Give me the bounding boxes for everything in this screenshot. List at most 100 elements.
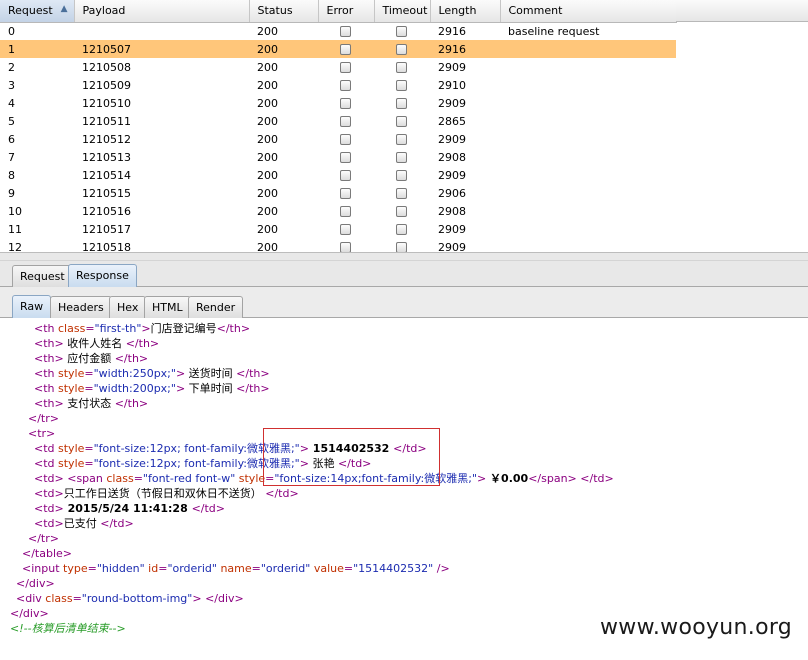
table-row[interactable]: 10 1210516 200 2908 [0,202,676,220]
cell-comment [500,202,676,220]
column-header-length[interactable]: Length [430,0,501,23]
cell-timeout [374,58,430,76]
tab-hex[interactable]: Hex [109,296,147,318]
token-val: "1514402532" [353,562,434,575]
cell-comment [500,166,676,184]
column-header-error[interactable]: Error [318,0,375,23]
table-row[interactable]: 12 1210518 200 2909 [0,238,676,252]
timeout-checkbox[interactable] [396,152,407,163]
column-header-payload[interactable]: Payload [74,0,250,23]
token-comment: <!--核算后清单结束--> [10,622,126,635]
tab-response[interactable]: Response [68,264,137,287]
cell-status: 200 [257,168,278,182]
timeout-checkbox[interactable] [396,80,407,91]
timeout-checkbox[interactable] [396,44,407,55]
token-tag: <input [22,562,64,575]
cell-length: 2916 [430,40,500,58]
error-checkbox[interactable] [340,188,351,199]
timeout-checkbox[interactable] [396,98,407,109]
raw-response-viewer[interactable]: <th class="first-th">门店登记编号</th> <th> 收件人… [0,318,808,660]
table-row[interactable]: 11 1210517 200 2909 [0,220,676,238]
cell-comment [500,130,676,148]
tab-raw[interactable]: Raw [12,295,52,318]
table-row[interactable]: 4 1210510 200 2909 [0,94,676,112]
token-tag: = [251,562,261,575]
table-row[interactable]: 1 1210507 200 2916 [0,40,676,58]
column-header-status[interactable]: Status [249,0,319,23]
table-row[interactable]: 5 1210511 200 2865 [0,112,676,130]
cell-error [318,22,374,40]
table-row[interactable]: 0 200 2916 baseline request [0,22,676,40]
table-row[interactable]: 8 1210514 200 2909 [0,166,676,184]
table-row[interactable]: 9 1210515 200 2906 [0,184,676,202]
error-checkbox[interactable] [340,80,351,91]
table-row[interactable]: 2 1210508 200 2909 [0,58,676,76]
token-val: "font-red font-w" [142,472,236,485]
cell-status: 200 [257,60,278,74]
intruder-results-table[interactable]: Request ▲ Payload Status Error Timeout L… [0,0,808,252]
timeout-checkbox[interactable] [396,224,407,235]
column-header-request[interactable]: Request ▲ [0,0,75,23]
cell-length: 2865 [438,114,466,128]
error-checkbox[interactable] [340,26,351,38]
tab-html[interactable]: HTML [144,296,191,318]
timeout-checkbox[interactable] [396,62,407,73]
cell-payload [74,22,249,40]
error-checkbox[interactable] [340,206,351,217]
cell-payload: 1210509 [82,78,131,92]
tab-headers[interactable]: Headers [50,296,112,318]
error-checkbox[interactable] [340,116,351,127]
token-attr: class [45,592,73,605]
pane-splitter[interactable] [0,252,808,261]
cell-error [318,130,374,148]
token-tag: </tr> [28,412,59,425]
timeout-checkbox[interactable] [396,26,407,38]
table-row[interactable]: 3 1210509 200 2910 [0,76,676,94]
cell-length: 2908 [438,204,466,218]
token-attr: style [238,472,266,485]
cell-comment [500,76,676,94]
error-checkbox[interactable] [340,170,351,181]
error-checkbox[interactable] [340,98,351,109]
cell-comment [500,40,676,58]
error-checkbox[interactable] [340,152,351,163]
raw-line: </tr> [28,411,59,426]
token-attr: class [106,472,134,485]
error-checkbox[interactable] [340,242,351,252]
column-header-comment[interactable]: Comment [500,0,677,23]
error-checkbox[interactable] [340,224,351,235]
token-tag: <th [34,382,58,395]
token-val: "width:250px;" [93,367,176,380]
timeout-checkbox[interactable] [396,170,407,181]
table-row[interactable]: 6 1210512 200 2909 [0,130,676,148]
raw-line: <td> 2015/5/24 11:41:28 </td> [34,501,225,516]
timeout-checkbox[interactable] [396,206,407,217]
timeout-checkbox[interactable] [396,188,407,199]
token-attr: name [220,562,252,575]
token-tag: > [175,367,186,380]
token-txt: 送货时间 [185,367,237,380]
token-tag: <th [34,367,58,380]
timeout-checkbox[interactable] [396,134,407,145]
token-tag: > [175,382,186,395]
token-tag: </th> [216,322,251,335]
token-tag: <td> [34,487,64,500]
table-row[interactable]: 7 1210513 200 2908 [0,148,676,166]
error-checkbox[interactable] [340,62,351,73]
cell-payload: 1210513 [82,150,131,164]
error-checkbox[interactable] [340,44,351,55]
column-header-timeout[interactable]: Timeout [374,0,431,23]
cell-status: 200 [257,24,278,38]
cell-payload: 1210507 [74,40,249,58]
cell-error [318,76,374,94]
tab-render[interactable]: Render [188,296,244,318]
timeout-checkbox[interactable] [396,242,407,252]
cell-length: 2910 [438,78,466,92]
cell-comment [500,148,676,166]
error-checkbox[interactable] [340,134,351,145]
raw-line: <th class="first-th">门店登记编号</th> [34,321,250,336]
timeout-checkbox[interactable] [396,116,407,127]
token-attr: value [313,562,344,575]
tab-request[interactable]: Request [12,265,73,287]
token-tag: = [72,592,82,605]
